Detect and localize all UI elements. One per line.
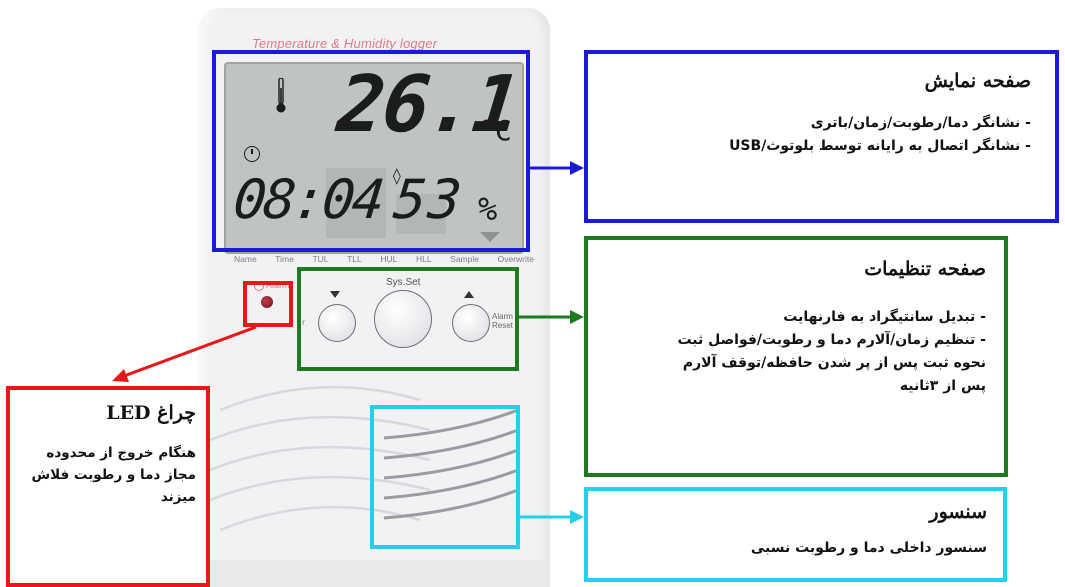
led-callout: چراغ LED هنگام خروج از محدوده مجاز دما و…	[6, 386, 210, 587]
settings-callout-line: پس از ۳ثانیه	[899, 378, 986, 394]
sensor-callout-text: سنسور داخلی دما و رطوبت نسبی	[750, 540, 987, 556]
settings-callout-title: صفحه تنظیمات	[864, 258, 986, 280]
display-callout-title: صفحه نمایش	[924, 70, 1031, 92]
led-callout-title: چراغ LED	[106, 402, 196, 424]
settings-callout: صفحه تنظیمات - تبدیل سانتیگراد به فارنها…	[584, 236, 1008, 477]
display-callout: صفحه نمایش - نشانگر دما/رطوبت/زمان/باتری…	[584, 50, 1059, 223]
settings-callout-line: - تبدیل سانتیگراد به فارنهایت	[783, 309, 986, 325]
display-callout-line: - نشانگر اتصال به رایانه توسط بلوتوث/USB	[729, 138, 1031, 154]
sensor-callout-title: سنسور	[929, 501, 987, 523]
led-arrow	[112, 325, 257, 382]
display-callout-line: - نشانگر دما/رطوبت/زمان/باتری	[810, 115, 1031, 131]
settings-arrow	[519, 310, 584, 324]
settings-callout-line: نحوه ثبت پس از پر شدن حافظه/توقف آلارم	[682, 355, 986, 371]
sensor-callout: سنسور سنسور داخلی دما و رطوبت نسبی	[584, 487, 1007, 582]
sensor-arrow	[520, 510, 584, 524]
settings-callout-line: - تنظیم زمان/آلارم دما و رطوبت/فواصل ثبت	[677, 332, 986, 348]
display-arrow	[530, 161, 584, 175]
led-callout-text: هنگام خروج از محدوده مجاز دما و رطوبت فل…	[31, 445, 196, 505]
